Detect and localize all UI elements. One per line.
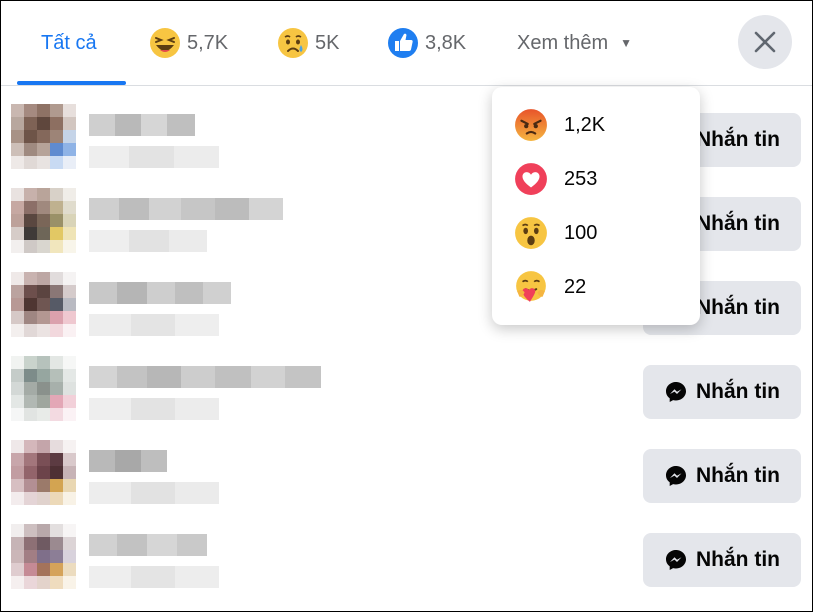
avatar[interactable]	[11, 272, 77, 338]
care-emoji-icon	[514, 270, 548, 304]
tab-all[interactable]: Tất cả	[41, 1, 97, 85]
wow-count: 100	[564, 221, 598, 244]
sad-count: 5K	[315, 31, 340, 54]
blurred-name[interactable]	[89, 282, 231, 304]
angry-emoji-icon	[514, 108, 548, 142]
message-label: Nhắn tin	[696, 128, 780, 151]
avatar[interactable]	[11, 356, 77, 422]
message-label: Nhắn tin	[696, 548, 780, 571]
message-label: Nhắn tin	[696, 464, 780, 487]
tab-like[interactable]: 3,8K	[387, 1, 466, 85]
blurred-subtitle	[89, 398, 219, 420]
like-thumb-icon	[387, 27, 419, 59]
blurred-name[interactable]	[89, 450, 167, 472]
message-button[interactable]: Nhắn tin	[643, 365, 801, 419]
close-icon	[754, 31, 776, 53]
dropdown-item-care[interactable]: 22	[514, 267, 586, 307]
dropdown-item-angry[interactable]: 1,2K	[514, 105, 605, 145]
reactions-dialog: Tất cả 5,7K 5K 3,8K Xem thêm ▼ Nhắn tin …	[0, 0, 813, 612]
reaction-tabs: Tất cả 5,7K 5K 3,8K Xem thêm ▼	[1, 1, 812, 86]
list-item: Nhắn tin	[11, 440, 801, 524]
more-reactions-dropdown: 1,2K 253 100 22	[492, 87, 700, 325]
haha-emoji-icon	[149, 27, 181, 59]
messenger-icon	[666, 466, 686, 486]
blurred-subtitle	[89, 230, 207, 252]
chevron-down-icon: ▼	[620, 36, 633, 50]
blurred-subtitle	[89, 314, 219, 336]
tab-sad[interactable]: 5K	[277, 1, 339, 85]
blurred-name[interactable]	[89, 198, 283, 220]
message-label: Nhắn tin	[696, 380, 780, 403]
dropdown-item-love[interactable]: 253	[514, 159, 597, 199]
like-count: 3,8K	[425, 31, 467, 54]
angry-count: 1,2K	[564, 113, 606, 136]
love-heart-icon	[514, 162, 548, 196]
blurred-subtitle	[89, 482, 219, 504]
blurred-name[interactable]	[89, 366, 321, 388]
blurred-subtitle	[89, 146, 219, 168]
messenger-icon	[666, 550, 686, 570]
avatar[interactable]	[11, 188, 77, 254]
blurred-subtitle	[89, 566, 219, 588]
tab-more[interactable]: Xem thêm ▼	[517, 1, 632, 85]
haha-count: 5,7K	[187, 31, 229, 54]
message-button[interactable]: Nhắn tin	[643, 533, 801, 587]
messenger-icon	[666, 382, 686, 402]
tab-all-label: Tất cả	[41, 31, 97, 54]
list-item: Nhắn tin	[11, 524, 801, 608]
love-count: 253	[564, 167, 598, 190]
sad-emoji-icon	[277, 27, 309, 59]
avatar[interactable]	[11, 104, 77, 170]
message-label: Nhắn tin	[696, 296, 780, 319]
dropdown-item-wow[interactable]: 100	[514, 213, 597, 253]
blurred-name[interactable]	[89, 534, 207, 556]
blurred-name[interactable]	[89, 114, 195, 136]
tab-haha[interactable]: 5,7K	[149, 1, 228, 85]
avatar[interactable]	[11, 524, 77, 590]
avatar[interactable]	[11, 440, 77, 506]
message-label: Nhắn tin	[696, 212, 780, 235]
list-item: Nhắn tin	[11, 356, 801, 440]
care-count: 22	[564, 275, 587, 298]
active-tab-indicator	[17, 81, 126, 85]
message-button[interactable]: Nhắn tin	[643, 449, 801, 503]
more-label: Xem thêm	[517, 31, 609, 54]
wow-emoji-icon	[514, 216, 548, 250]
close-button[interactable]	[738, 15, 792, 69]
